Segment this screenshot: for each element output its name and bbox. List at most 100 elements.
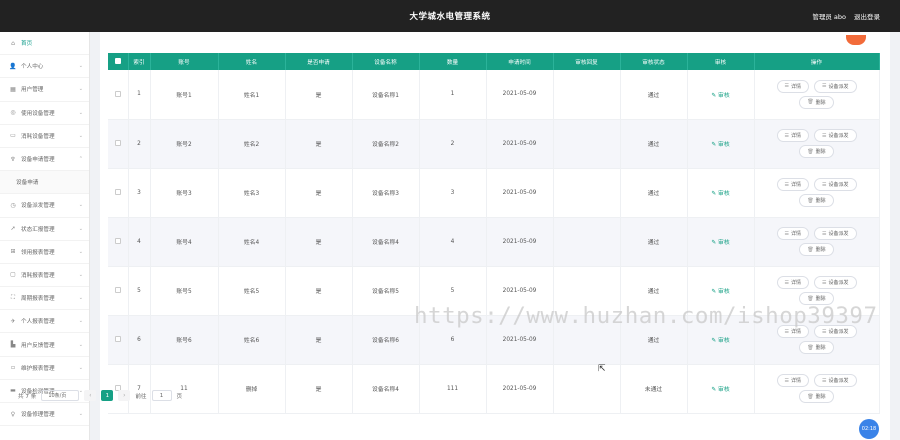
list-icon: ☰ bbox=[822, 181, 827, 188]
edit-icon: ✎ bbox=[711, 142, 717, 148]
delete-button[interactable]: 🗑 删除 bbox=[799, 95, 834, 109]
sidebar-item[interactable]: 设备申请 bbox=[0, 171, 89, 195]
dispatch-button[interactable]: ☰ 设备派发 bbox=[814, 178, 857, 191]
cell-device: 设备名称1 bbox=[352, 70, 420, 120]
detail-button[interactable]: ☰ 详情 bbox=[776, 129, 809, 142]
cell-reply bbox=[553, 315, 621, 365]
sidebar-item[interactable]: ⊞ 领用报表管理 ⌄ bbox=[0, 241, 89, 264]
trash-icon: 🗑 bbox=[807, 295, 814, 302]
row-checkbox[interactable] bbox=[108, 217, 129, 267]
row-checkbox[interactable] bbox=[108, 70, 129, 120]
chevron-down-icon: ⌄ bbox=[78, 86, 83, 93]
sidebar-item-label: 设备申请 bbox=[16, 180, 39, 187]
detail-label: 详情 bbox=[790, 329, 801, 335]
box-icon: ▭ bbox=[10, 132, 16, 140]
audit-cell: ✎ 审核 bbox=[687, 315, 755, 365]
sidebar-item[interactable]: ▭ 消耗设备管理 ⌄ bbox=[0, 125, 89, 148]
sidebar-item[interactable]: ⌂ 首页 bbox=[0, 32, 89, 56]
row-checkbox[interactable] bbox=[108, 315, 129, 365]
sidebar-item[interactable]: ◷ 设备派发管理 ⌄ bbox=[0, 194, 89, 218]
sidebar-item[interactable]: ♀ 设备修理管理 ⌄ bbox=[0, 403, 89, 427]
chevron-down-icon: ⌄ bbox=[78, 341, 83, 348]
detail-button[interactable]: ☰ 详情 bbox=[776, 227, 809, 240]
tool-icon: ▫ bbox=[10, 364, 16, 372]
add-button[interactable] bbox=[846, 35, 866, 45]
dispatch-button[interactable]: ☰ 设备派发 bbox=[814, 129, 857, 142]
sidebar-item[interactable]: ◎ 使用设备管理 ⌄ bbox=[0, 102, 89, 125]
sidebar-item[interactable]: ✈ 个人报表管理 ⌄ bbox=[0, 310, 89, 334]
pin-icon: ♀ bbox=[10, 410, 16, 418]
logout-button[interactable]: 退出登录 bbox=[854, 11, 880, 21]
audit-link[interactable]: ✎ 审核 bbox=[711, 338, 729, 344]
next-page-button[interactable]: › bbox=[118, 390, 131, 401]
sidebar-item-label: 个人中心 bbox=[21, 64, 44, 71]
detail-button[interactable]: ☰ 详情 bbox=[776, 79, 809, 93]
dispatch-button[interactable]: ☰ 设备派发 bbox=[814, 276, 857, 289]
sidebar-item[interactable]: ▦ 用户管理 ⌄ bbox=[0, 78, 89, 102]
audit-link[interactable]: ✎ 审核 bbox=[711, 289, 729, 295]
dispatch-button[interactable]: ☰ 设备派发 bbox=[814, 374, 857, 387]
delete-button[interactable]: 🗑 删除 bbox=[799, 292, 834, 305]
audit-link[interactable]: ✎ 审核 bbox=[711, 93, 729, 99]
delete-button[interactable]: 🗑 删除 bbox=[799, 243, 834, 256]
audit-link[interactable]: ✎ 审核 bbox=[711, 191, 729, 197]
page-size-select[interactable]: 10条/页 bbox=[41, 390, 80, 401]
edit-icon: ✎ bbox=[711, 387, 717, 393]
sidebar-item[interactable]: ⛶ 周期报表管理 ⌄ bbox=[0, 287, 89, 311]
sidebar-item[interactable]: ➚ 状态汇报管理 ⌄ bbox=[0, 218, 89, 241]
sidebar-item[interactable]: ▢ 消耗报表管理 ⌄ bbox=[0, 264, 89, 288]
detail-button[interactable]: ☰ 详情 bbox=[776, 276, 809, 289]
cell-qty: 4 bbox=[419, 217, 487, 267]
building-icon: ▙ bbox=[10, 341, 16, 349]
ops-cell: ☰ 详情 ☰ 设备派发 🗑 删除 bbox=[754, 119, 880, 169]
list-icon: ☰ bbox=[822, 377, 827, 384]
row-actions: ☰ 详情 ☰ 设备派发 🗑 删除 bbox=[772, 325, 862, 354]
page-number-current[interactable]: 1 bbox=[101, 390, 114, 401]
row-checkbox[interactable] bbox=[108, 168, 129, 218]
detail-button[interactable]: ☰ 详情 bbox=[776, 178, 809, 191]
cell-device: 设备名称4 bbox=[352, 217, 420, 267]
table-header: 索引 账号 姓名 是否申请 设备名称 数量 申请时间 审核回复 审核状态 审核 操作 bbox=[108, 53, 880, 70]
trash-icon: 🗑 bbox=[807, 197, 814, 204]
dispatch-label: 设备派发 bbox=[828, 182, 849, 188]
cell-name: 删掉 bbox=[218, 364, 286, 414]
delete-button[interactable]: 🗑 删除 bbox=[799, 145, 834, 158]
cell-device: 设备名称4 bbox=[352, 364, 420, 414]
sidebar-item[interactable]: ▫ 维护报表管理 ⌄ bbox=[0, 357, 89, 380]
sidebar-item[interactable]: ♆ 设备申请管理 ⌃ bbox=[0, 148, 89, 172]
prev-page-button[interactable]: ‹ bbox=[84, 390, 97, 401]
ops-cell: ☰ 详情 ☰ 设备派发 🗑 删除 bbox=[754, 217, 880, 267]
dispatch-label: 设备派发 bbox=[828, 329, 849, 335]
chevron-down-icon: ⌄ bbox=[78, 248, 83, 255]
audit-link[interactable]: ✎ 审核 bbox=[711, 387, 729, 393]
cell-applied: 是 bbox=[285, 266, 353, 316]
home-icon: ⌂ bbox=[11, 39, 15, 47]
delete-button[interactable]: 🗑 删除 bbox=[799, 390, 834, 403]
audit-link[interactable]: ✎ 审核 bbox=[711, 240, 729, 246]
ops-cell: ☰ 详情 ☰ 设备派发 🗑 删除 bbox=[754, 168, 880, 218]
trash-icon: 🗑 bbox=[807, 344, 814, 351]
row-actions: ☰ 详情 ☰ 设备派发 🗑 删除 bbox=[772, 374, 862, 403]
dispatch-button[interactable]: ☰ 设备派发 bbox=[814, 325, 857, 338]
table-row: 3 账号3 姓名3 是设备名称3 3 2021-05-09 通过 ✎ 审核 ☰ 详情 ☰ 设备派发 🗑 删… bbox=[108, 168, 880, 218]
select-all-checkbox[interactable] bbox=[108, 53, 129, 70]
row-checkbox[interactable] bbox=[108, 364, 129, 414]
cell-index: 2 bbox=[128, 119, 151, 169]
detail-button[interactable]: ☰ 详情 bbox=[776, 325, 809, 338]
detail-button[interactable]: ☰ 详情 bbox=[776, 374, 809, 387]
column-header: 操作 bbox=[754, 53, 880, 70]
audit-label: 审核 bbox=[718, 191, 730, 197]
cell-applied: 是 bbox=[285, 70, 353, 120]
delete-button[interactable]: 🗑 删除 bbox=[799, 341, 834, 354]
audit-link[interactable]: ✎ 审核 bbox=[711, 142, 729, 148]
row-checkbox[interactable] bbox=[108, 266, 129, 316]
row-actions: ☰ 详情 ☰ 设备派发 🗑 删除 bbox=[772, 227, 862, 256]
sidebar-item[interactable]: 👤 个人中心 ⌄ bbox=[0, 55, 89, 79]
dispatch-button[interactable]: ☰ 设备派发 bbox=[814, 79, 857, 93]
sidebar-item[interactable]: ▙ 用户反馈管理 ⌄ bbox=[0, 333, 89, 357]
dispatch-button[interactable]: ☰ 设备派发 bbox=[814, 227, 857, 240]
list-icon: ☰ bbox=[784, 230, 789, 237]
goto-page-input[interactable]: 1 bbox=[151, 390, 172, 401]
row-checkbox[interactable] bbox=[108, 119, 129, 169]
delete-button[interactable]: 🗑 删除 bbox=[799, 194, 834, 207]
